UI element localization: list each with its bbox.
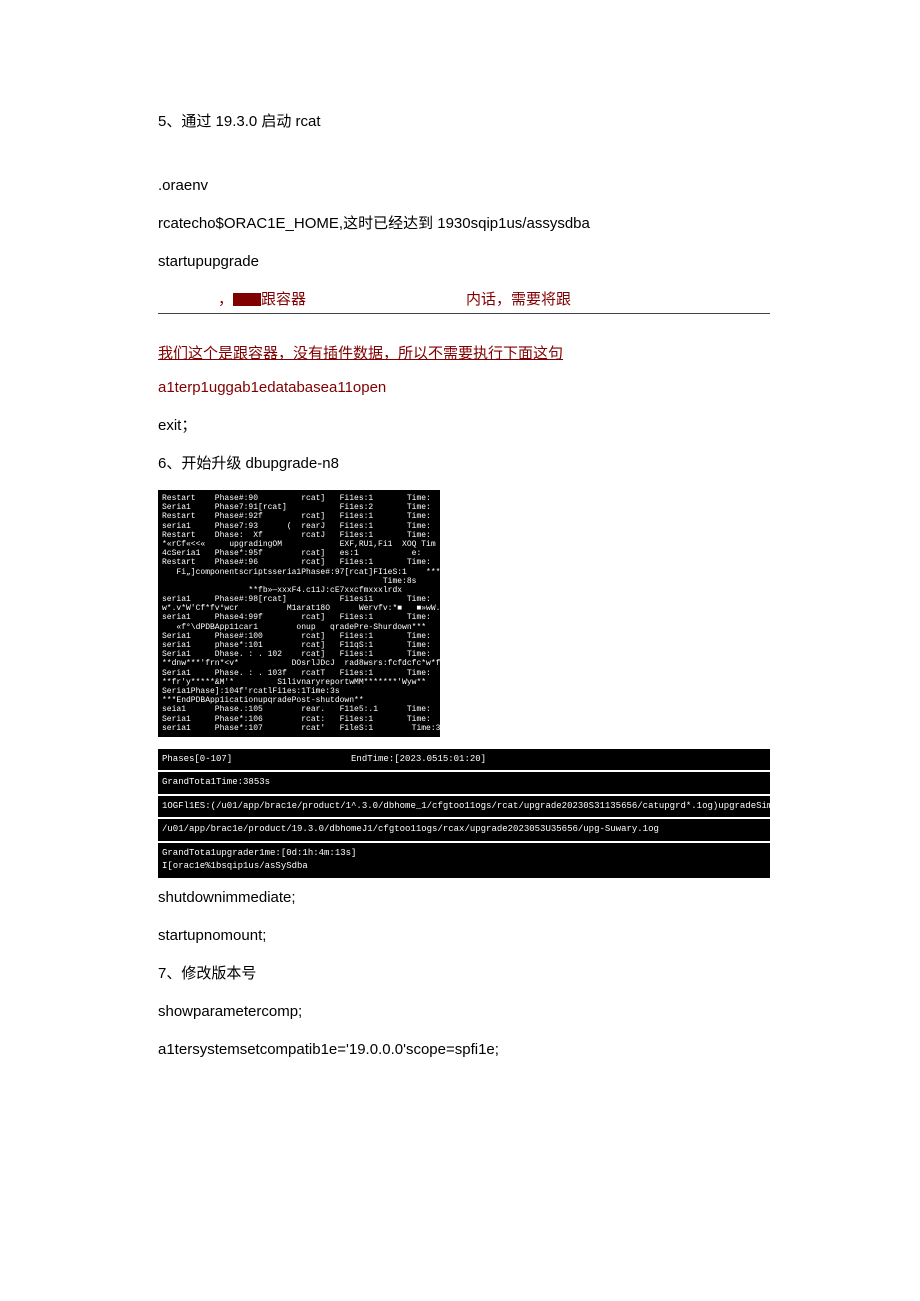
text: 内话，需要将跟 <box>466 291 571 308</box>
section6-heading: 6、开始升级 dbupgrade-n8 <box>158 452 770 476</box>
code-line: showparametercomp; <box>158 1000 770 1024</box>
document-page: 5、通过 19.3.0 启动 rcat .oraenv rcatecho$ORA… <box>0 0 920 1156</box>
block-icon <box>247 293 261 306</box>
code-line: startupupgrade <box>158 250 770 274</box>
terminal-output-2b: GrandTota1Time:3853s <box>158 772 770 794</box>
code-line: a1tersystemsetcompatib1e='19.0.0.0'scope… <box>158 1038 770 1062</box>
terminal-output-1: Restart Phase#:90 rcat] Fi1es:1 Time: 4s… <box>158 490 440 737</box>
section5-heading: 5、通过 19.3.0 启动 rcat <box>158 110 770 134</box>
red-underline-line: 我们这个是跟容器，没有插件数据，所以不需要执行下面这句 <box>158 342 770 366</box>
terminal-output-2c: 1OGFl1ES:(/u01/app/brac1e/product/1^.3.0… <box>158 796 770 818</box>
code-line: .oraenv <box>158 174 770 198</box>
code-line-red: a1terp1uggab1edatabasea11open <box>158 376 770 400</box>
code-line: rcatecho$ORAC1E_HOME,这时已经达到 1930sqip1us/… <box>158 212 770 236</box>
text: ， <box>218 291 233 308</box>
text: 跟容器 <box>261 291 306 308</box>
code-line: startupnomount; <box>158 924 770 948</box>
code-line: exit； <box>158 414 770 438</box>
block-icon <box>233 293 247 306</box>
terminal-output-2e: GrandTota1upgrader1me:[0d:1h:4m:13s] I[o… <box>158 843 770 878</box>
section7-heading: 7、修改版本号 <box>158 962 770 986</box>
red-emphasis-line-1: ， 跟容器 内话，需要将跟 <box>158 288 770 314</box>
terminal-output-2a: Phases[0-107] EndTime:[2023.0515:01:20] <box>158 749 770 771</box>
terminal-output-2d: /u01/app/brac1e/product/19.3.0/dbhomeJ1/… <box>158 819 770 841</box>
code-line: shutdownimmediate; <box>158 886 770 910</box>
